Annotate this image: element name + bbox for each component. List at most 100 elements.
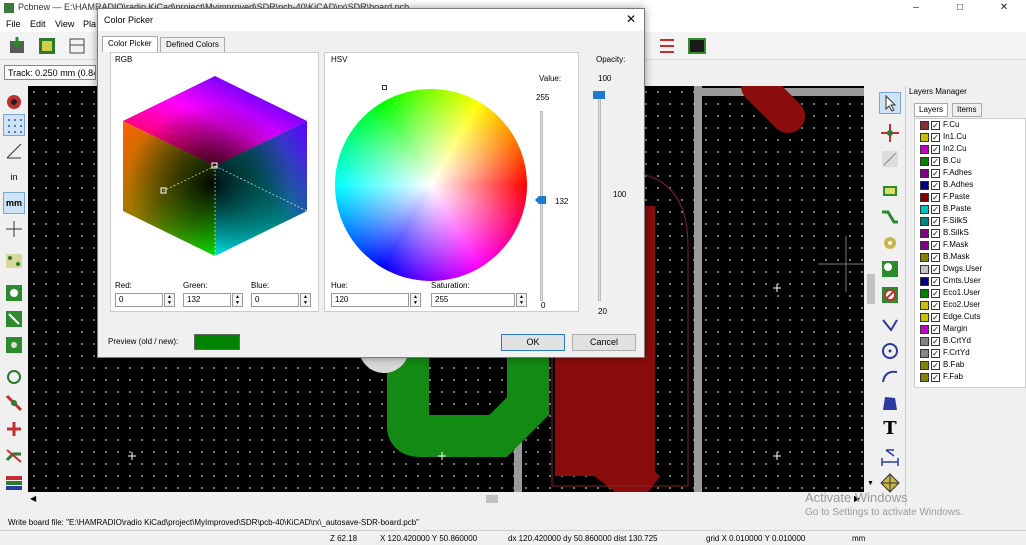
layer-visibility-checkbox[interactable]: ✓ bbox=[931, 361, 940, 370]
opacity-slider-track[interactable] bbox=[598, 91, 601, 301]
layer-visibility-checkbox[interactable]: ✓ bbox=[931, 181, 940, 190]
menu-edit[interactable]: Edit bbox=[30, 19, 46, 29]
horizontal-scrollbar[interactable]: ◀ ▶ bbox=[28, 492, 864, 506]
layers-manager-tab-items[interactable]: Items bbox=[952, 103, 982, 117]
layer-color-swatch[interactable] bbox=[920, 229, 929, 238]
add-line-icon[interactable] bbox=[879, 314, 901, 336]
layer-row[interactable]: ✓ F.CrtYd bbox=[916, 348, 1026, 360]
tab-defined-colors[interactable]: Defined Colors bbox=[160, 37, 225, 53]
vscroll-thumb[interactable] bbox=[867, 274, 875, 304]
layer-visibility-checkbox[interactable]: ✓ bbox=[931, 265, 940, 274]
local-ratsnest-icon[interactable] bbox=[879, 148, 901, 170]
dialog-close-icon[interactable]: ✕ bbox=[626, 12, 636, 26]
layer-color-swatch[interactable] bbox=[920, 349, 929, 358]
save-icon[interactable] bbox=[6, 35, 28, 57]
layer-color-swatch[interactable] bbox=[920, 337, 929, 346]
layer-row[interactable]: ✓ Dwgs.User bbox=[916, 264, 1026, 276]
layer-row[interactable]: ✓ B.Paste bbox=[916, 204, 1026, 216]
layers-manager-tab-layers[interactable]: Layers bbox=[914, 103, 949, 117]
red-input[interactable]: 0 bbox=[115, 293, 163, 307]
layer-visibility-checkbox[interactable]: ✓ bbox=[931, 205, 940, 214]
page-settings-icon[interactable] bbox=[66, 35, 88, 57]
layer-visibility-checkbox[interactable]: ✓ bbox=[931, 241, 940, 250]
hsv-color-wheel[interactable] bbox=[335, 89, 527, 281]
add-footprint-icon[interactable] bbox=[879, 180, 901, 202]
layer-color-swatch[interactable] bbox=[920, 253, 929, 262]
layer-row[interactable]: ✓ Eco1.User bbox=[916, 288, 1026, 300]
layer-row[interactable]: ✓ F.Mask bbox=[916, 240, 1026, 252]
layer-color-swatch[interactable] bbox=[920, 265, 929, 274]
layer-row[interactable]: ✓ B.Fab bbox=[916, 360, 1026, 372]
layer-row[interactable]: ✓ F.Fab bbox=[916, 372, 1026, 384]
maximize-button[interactable]: □ bbox=[938, 0, 982, 16]
add-via-icon[interactable] bbox=[879, 232, 901, 254]
select-arrow-icon[interactable] bbox=[879, 92, 901, 114]
layer-color-swatch[interactable] bbox=[920, 241, 929, 250]
grid-toggle-icon[interactable] bbox=[3, 114, 25, 136]
add-polygon-icon[interactable] bbox=[879, 392, 901, 414]
add-keepout-icon[interactable] bbox=[879, 284, 901, 306]
value-slider-track[interactable] bbox=[540, 111, 543, 301]
vscroll-down-arrow[interactable]: ▼ bbox=[867, 480, 874, 487]
ok-button[interactable]: OK bbox=[501, 334, 565, 351]
blue-spinner[interactable]: ▲ ▼ bbox=[300, 293, 311, 307]
add-zone-icon[interactable] bbox=[879, 258, 901, 280]
hscroll-thumb[interactable] bbox=[486, 495, 498, 503]
layer-color-swatch[interactable] bbox=[920, 301, 929, 310]
hscroll-left-arrow[interactable]: ◀ bbox=[30, 494, 36, 503]
menu-place[interactable]: Pla bbox=[83, 19, 96, 29]
layer-color-swatch[interactable] bbox=[920, 277, 929, 286]
netlist-icon[interactable] bbox=[656, 35, 678, 57]
value-slider-thumb[interactable] bbox=[535, 196, 546, 204]
pad-sketch-icon[interactable] bbox=[3, 366, 25, 388]
layer-color-swatch[interactable] bbox=[920, 289, 929, 298]
hue-spinner[interactable]: ▲ ▼ bbox=[410, 293, 421, 307]
tab-color-picker[interactable]: Color Picker bbox=[102, 36, 158, 52]
layer-visibility-checkbox[interactable]: ✓ bbox=[931, 301, 940, 310]
layer-visibility-checkbox[interactable]: ✓ bbox=[931, 133, 940, 142]
add-arc-icon[interactable] bbox=[879, 366, 901, 388]
layer-color-swatch[interactable] bbox=[920, 157, 929, 166]
layer-row[interactable]: ✓ F.SilkS bbox=[916, 216, 1026, 228]
layer-row[interactable]: ✓ Edge.Cuts bbox=[916, 312, 1026, 324]
layer-visibility-checkbox[interactable]: ✓ bbox=[931, 145, 940, 154]
via-sketch-icon[interactable] bbox=[3, 392, 25, 414]
layer-row[interactable]: ✓ F.Cu bbox=[916, 120, 1026, 132]
layer-color-swatch[interactable] bbox=[920, 133, 929, 142]
layer-color-swatch[interactable] bbox=[920, 193, 929, 202]
layer-visibility-checkbox[interactable]: ✓ bbox=[931, 157, 940, 166]
saturation-input[interactable]: 255 bbox=[431, 293, 515, 307]
highlight-net-icon[interactable] bbox=[879, 122, 901, 144]
add-circle-icon[interactable] bbox=[879, 340, 901, 362]
blue-input[interactable]: 0 bbox=[251, 293, 299, 307]
menu-file[interactable]: File bbox=[6, 19, 21, 29]
layer-row[interactable]: ✓ B.Adhes bbox=[916, 180, 1026, 192]
high-contrast-icon[interactable] bbox=[3, 444, 25, 466]
layer-visibility-checkbox[interactable]: ✓ bbox=[931, 349, 940, 358]
layer-row[interactable]: ✓ In2.Cu bbox=[916, 144, 1026, 156]
layer-visibility-checkbox[interactable]: ✓ bbox=[931, 229, 940, 238]
vertical-scrollbar[interactable]: ▼ bbox=[864, 86, 878, 492]
layer-visibility-checkbox[interactable]: ✓ bbox=[931, 217, 940, 226]
green-spinner[interactable]: ▲ ▼ bbox=[232, 293, 243, 307]
route-track-icon[interactable] bbox=[879, 206, 901, 228]
layer-color-swatch[interactable] bbox=[920, 217, 929, 226]
layer-color-swatch[interactable] bbox=[920, 325, 929, 334]
layer-row[interactable]: ✓ B.Mask bbox=[916, 252, 1026, 264]
layer-row[interactable]: ✓ B.Cu bbox=[916, 156, 1026, 168]
close-button[interactable]: ✕ bbox=[982, 0, 1026, 16]
layer-row[interactable]: ✓ Cmts.User bbox=[916, 276, 1026, 288]
layer-row[interactable]: ✓ B.SilkS bbox=[916, 228, 1026, 240]
zone-fill-icon[interactable] bbox=[3, 282, 25, 304]
cancel-button[interactable]: Cancel bbox=[572, 334, 636, 351]
minimize-button[interactable]: – bbox=[894, 0, 938, 16]
inch-units-icon[interactable]: in bbox=[3, 166, 25, 188]
layer-row[interactable]: ✓ In1.Cu bbox=[916, 132, 1026, 144]
opacity-slider-thumb[interactable] bbox=[593, 91, 605, 99]
board-setup-icon[interactable] bbox=[36, 35, 58, 57]
add-text-icon[interactable]: T bbox=[879, 418, 901, 440]
layer-color-swatch[interactable] bbox=[920, 205, 929, 214]
green-input[interactable]: 132 bbox=[183, 293, 231, 307]
polar-coords-icon[interactable] bbox=[3, 140, 25, 162]
cursor-shape-icon[interactable] bbox=[3, 218, 25, 240]
